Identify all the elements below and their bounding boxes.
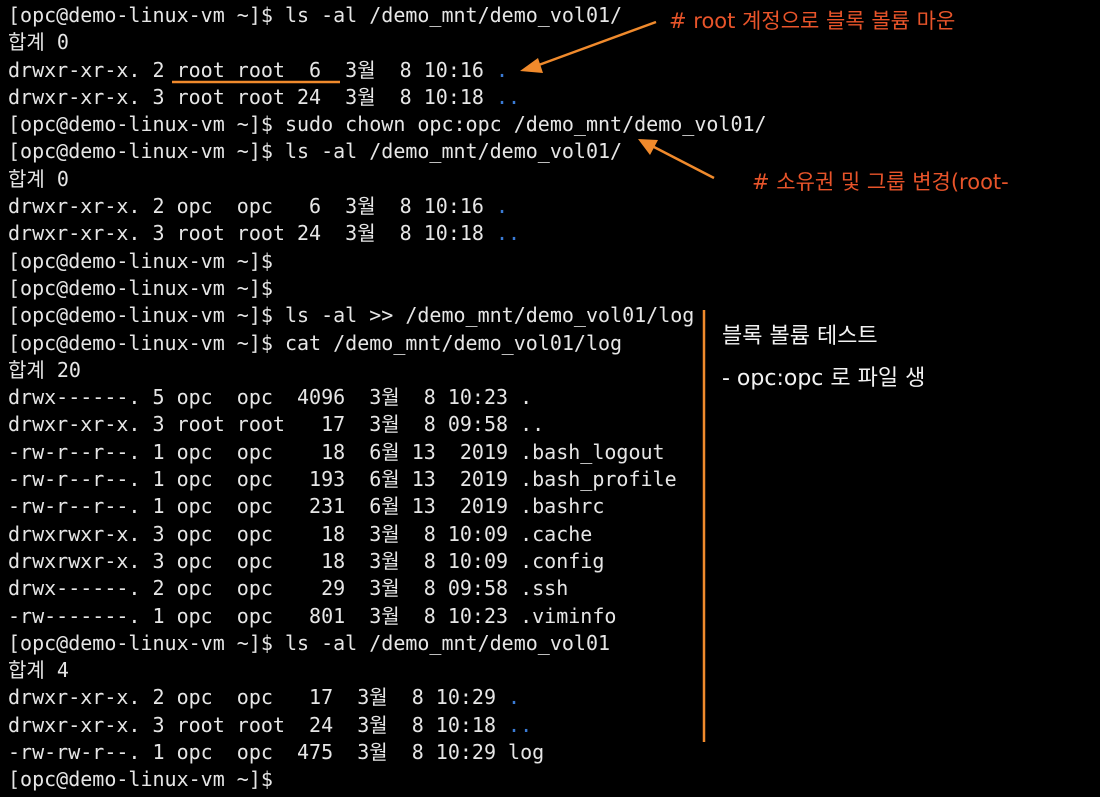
arrow-mount-icon bbox=[520, 20, 657, 73]
test-subtitle-annotation: - opc:opc 로 파일 생 bbox=[722, 366, 926, 391]
annotation-overlay bbox=[172, 20, 715, 742]
mount-annotation: # root 계정으로 블록 볼륨 마운 bbox=[669, 9, 956, 33]
arrow-chown-icon bbox=[638, 139, 715, 180]
terminal-window[interactable]: [opc@demo-linux-vm ~]$ ls -al /demo_mnt/… bbox=[0, 0, 1100, 797]
test-title-annotation: 블록 볼륨 테스트 bbox=[722, 324, 878, 349]
chown-annotation: # 소유권 및 그룹 변경(root- bbox=[752, 170, 1009, 194]
